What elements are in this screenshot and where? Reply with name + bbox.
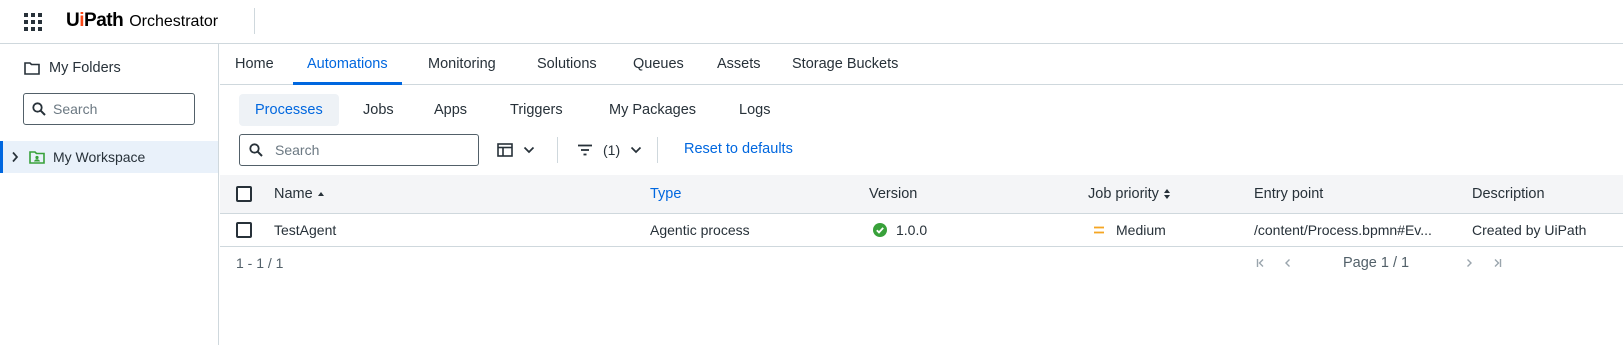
- column-header-version[interactable]: Version: [869, 175, 917, 213]
- filter-icon: [578, 144, 592, 156]
- search-icon: [32, 102, 46, 116]
- subtab-logs[interactable]: Logs: [739, 94, 770, 126]
- toolbar-divider: [657, 137, 658, 163]
- column-header-name[interactable]: Name: [274, 175, 325, 213]
- subtab-apps[interactable]: Apps: [434, 94, 467, 126]
- app-launcher-icon[interactable]: [24, 13, 42, 31]
- chevron-down-icon: [631, 146, 642, 154]
- subtab-my-packages[interactable]: My Packages: [609, 94, 696, 126]
- folders-sidebar: My Folders My Workspace: [0, 44, 219, 345]
- tab-queues[interactable]: Queues: [633, 44, 684, 85]
- tab-home[interactable]: Home: [235, 44, 274, 85]
- sort-icon: [1163, 189, 1170, 199]
- subtab-processes[interactable]: Processes: [239, 94, 339, 126]
- folders-header: My Folders: [24, 60, 121, 76]
- column-header-label: Job priority: [1088, 186, 1159, 202]
- medium-priority-icon: [1094, 226, 1104, 234]
- pagination-range: 1 - 1 / 1: [236, 255, 284, 271]
- column-header-label: Name: [274, 186, 313, 202]
- first-page-icon[interactable]: [1256, 258, 1266, 268]
- page-indicator: Page 1 / 1: [1343, 255, 1410, 271]
- sidebar-item-label: My Workspace: [53, 149, 146, 165]
- process-version: 1.0.0: [873, 214, 927, 246]
- tab-monitoring[interactable]: Monitoring: [428, 44, 496, 85]
- folder-icon: [24, 62, 40, 75]
- workspace-folder-icon: [29, 151, 45, 164]
- filter-button[interactable]: (1): [577, 138, 642, 162]
- chevron-right-icon[interactable]: [10, 151, 20, 163]
- tab-solutions[interactable]: Solutions: [537, 44, 597, 85]
- table-header: Name Type Version Job priority Entry poi…: [220, 175, 1623, 214]
- search-icon: [249, 143, 263, 157]
- sidebar-item-my-workspace[interactable]: My Workspace: [0, 141, 218, 173]
- top-bar: UiPath Orchestrator: [0, 0, 1623, 44]
- main-tab-bar: Home Automations Monitoring Solutions Qu…: [220, 44, 1623, 85]
- column-header-description[interactable]: Description: [1472, 175, 1545, 213]
- tab-storage-buckets[interactable]: Storage Buckets: [792, 44, 898, 85]
- logo-wordmark: UiPath: [66, 10, 124, 31]
- priority-value: Medium: [1116, 222, 1166, 238]
- select-all-checkbox-cell: [236, 175, 252, 213]
- sort-ascending-icon: [317, 192, 324, 196]
- process-name[interactable]: TestAgent: [274, 214, 336, 246]
- select-all-checkbox[interactable]: [236, 186, 252, 202]
- reset-to-defaults-link[interactable]: Reset to defaults: [684, 141, 793, 157]
- check-circle-icon: [873, 223, 887, 237]
- entry-point: /content/Process.bpmn#Ev...: [1254, 222, 1432, 238]
- folder-search-field[interactable]: [23, 93, 195, 125]
- subtab-triggers[interactable]: Triggers: [510, 94, 563, 126]
- header-divider: [254, 8, 255, 34]
- job-priority: Medium: [1094, 214, 1166, 246]
- previous-page-icon[interactable]: [1284, 258, 1292, 268]
- version-value: 1.0.0: [896, 222, 928, 238]
- folder-search-input[interactable]: [53, 101, 173, 117]
- column-header-type[interactable]: Type: [650, 175, 681, 213]
- tab-assets[interactable]: Assets: [717, 44, 761, 85]
- subtab-jobs[interactable]: Jobs: [363, 94, 394, 126]
- process-search-input[interactable]: [275, 142, 395, 158]
- next-page-icon[interactable]: [1465, 258, 1473, 268]
- product-name: Orchestrator: [129, 13, 219, 30]
- toolbar-divider: [557, 137, 558, 163]
- column-header-job-priority[interactable]: Job priority: [1088, 175, 1171, 213]
- table-columns-icon: [497, 143, 513, 157]
- description: Created by UiPath: [1472, 222, 1587, 238]
- folders-title: My Folders: [49, 60, 121, 76]
- filter-count: (1): [603, 142, 621, 158]
- tab-automations[interactable]: Automations: [293, 44, 402, 85]
- uipath-logo[interactable]: UiPath Orchestrator: [66, 10, 218, 32]
- row-checkbox[interactable]: [236, 222, 252, 238]
- process-search-field[interactable]: [239, 134, 479, 166]
- last-page-icon[interactable]: [1492, 258, 1502, 268]
- chevron-down-icon: [523, 146, 535, 154]
- table-row[interactable]: TestAgent Agentic process 1.0.0 Medium /…: [220, 214, 1623, 247]
- process-type: Agentic process: [650, 222, 750, 238]
- column-header-entry-point[interactable]: Entry point: [1254, 175, 1323, 213]
- row-checkbox-cell: [236, 214, 252, 246]
- column-picker-button[interactable]: [497, 138, 535, 162]
